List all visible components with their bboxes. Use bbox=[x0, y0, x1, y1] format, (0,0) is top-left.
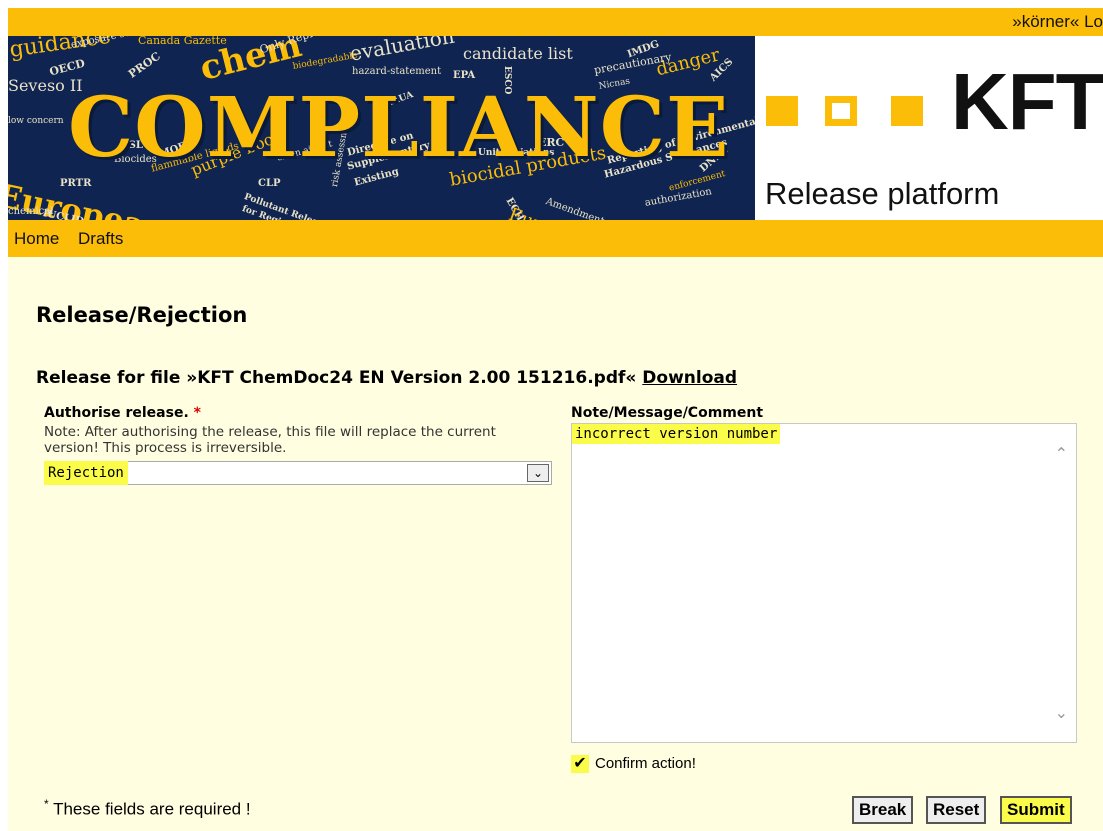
top-bar: »körner« Lo bbox=[8, 8, 1103, 36]
banner-word: candidate list bbox=[463, 44, 573, 63]
compliance-banner: guidance exposure scenario Canada Gazett… bbox=[8, 36, 755, 220]
logo-text: KFT bbox=[951, 57, 1103, 146]
comment-textarea[interactable]: incorrect version number ⌃ ⌄ bbox=[571, 423, 1077, 743]
required-note-marker: * bbox=[44, 797, 49, 811]
banner-word: PROC bbox=[126, 49, 163, 81]
required-note-text: These fields are required ! bbox=[53, 799, 251, 819]
required-note: * These fields are required ! bbox=[44, 797, 251, 820]
confirm-checkbox[interactable]: ✔ bbox=[571, 755, 589, 773]
kft-logo: KFT Release platform bbox=[755, 36, 1103, 220]
banner-word: hazard-statement bbox=[352, 66, 442, 77]
file-line: Release for file »KFT ChemDoc24 EN Versi… bbox=[36, 368, 737, 388]
comment-label: Note/Message/Comment bbox=[571, 405, 764, 421]
file-name-label: Release for file »KFT ChemDoc24 EN Versi… bbox=[36, 368, 637, 388]
authorise-label: Authorise release. * bbox=[44, 405, 201, 421]
break-button[interactable]: Break bbox=[852, 796, 914, 824]
scroll-up-icon[interactable]: ⌃ bbox=[1055, 444, 1068, 463]
logo-square-icon bbox=[766, 96, 798, 126]
download-link[interactable]: Download bbox=[642, 368, 737, 388]
platform-label: Release platform bbox=[765, 176, 1000, 211]
user-logout-link[interactable]: »körner« Lo bbox=[1012, 12, 1103, 32]
authorise-label-text: Authorise release. bbox=[44, 405, 189, 421]
banner-word: Amendments bbox=[544, 196, 611, 220]
banner-word: CLP bbox=[258, 178, 281, 189]
nav-bar: Home Drafts bbox=[8, 220, 1103, 257]
nav-home[interactable]: Home bbox=[14, 229, 59, 249]
authorise-note: Note: After authorising the release, thi… bbox=[44, 424, 496, 456]
logo-square-icon bbox=[891, 96, 923, 126]
main-content: Release/Rejection Release for file »KFT … bbox=[8, 257, 1103, 831]
chevron-down-icon[interactable]: ⌄ bbox=[527, 464, 549, 482]
scroll-down-icon[interactable]: ⌄ bbox=[1055, 703, 1068, 722]
banner-word: chemical bbox=[8, 206, 54, 217]
authorise-select[interactable]: Rejection ⌄ bbox=[44, 461, 552, 485]
banner-word: PRTR bbox=[60, 178, 92, 189]
required-marker: * bbox=[193, 405, 201, 421]
page-title: Release/Rejection bbox=[36, 303, 248, 327]
reset-button[interactable]: Reset bbox=[926, 796, 987, 824]
banner-title: COMPLIANCE bbox=[68, 80, 730, 176]
select-value: Rejection bbox=[44, 461, 128, 485]
comment-value: incorrect version number bbox=[572, 424, 781, 444]
banner-word: low concern bbox=[8, 116, 64, 126]
submit-button[interactable]: Submit bbox=[1000, 796, 1072, 824]
nav-drafts[interactable]: Drafts bbox=[78, 229, 123, 249]
banner-word: evaluation bbox=[348, 36, 457, 66]
confirm-label: Confirm action! bbox=[595, 755, 696, 772]
logo-square-outline-icon bbox=[825, 96, 857, 126]
